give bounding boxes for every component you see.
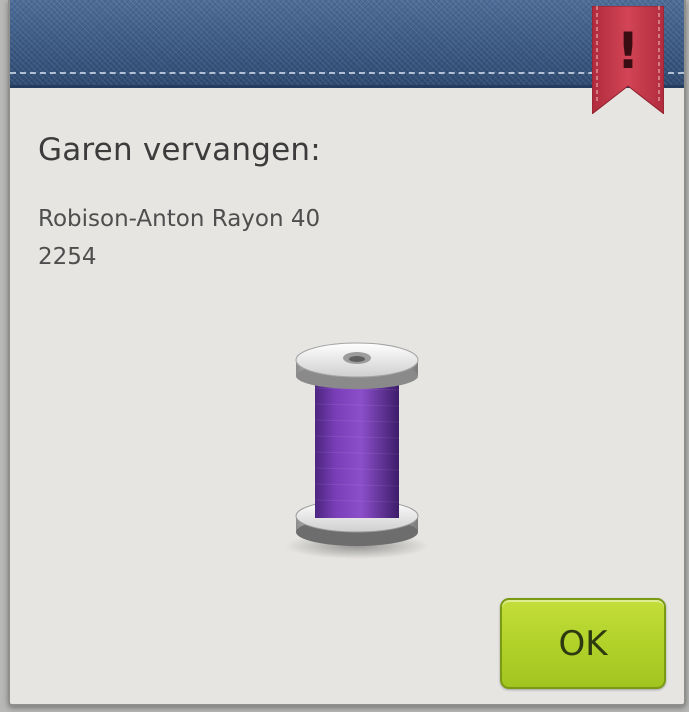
thread-change-dialog: ! Garen vervangen: Robison-Anton Rayon 4… [8,0,686,706]
thread-brand: Robison-Anton Rayon 40 [38,206,321,232]
thread-info: Robison-Anton Rayon 40 2254 [38,200,320,276]
dialog-title: Garen vervangen: [38,132,321,168]
thread-number: 2254 [38,244,97,270]
ok-button[interactable]: OK [500,598,666,689]
thread-spool-icon [282,338,432,560]
exclamation-ribbon-icon: ! [592,6,664,114]
ok-button-label: OK [558,623,608,664]
alert-glyph: ! [617,22,640,80]
header-stitch-line [10,72,684,74]
dialog-header [10,0,684,88]
